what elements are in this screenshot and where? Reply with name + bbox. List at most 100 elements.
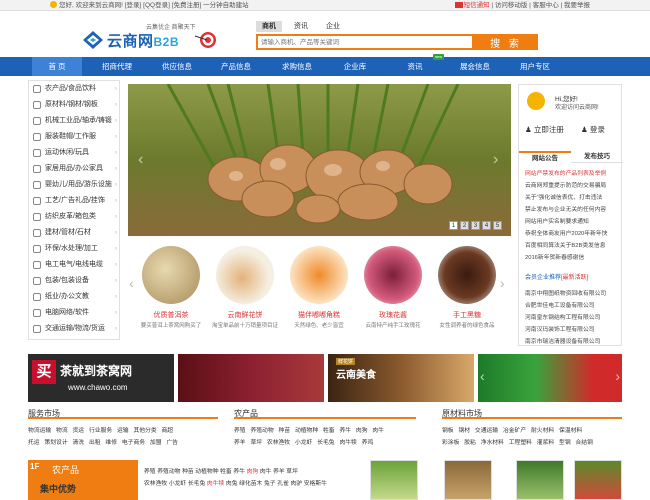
logo-name: 云商网B2B [107, 33, 180, 50]
section-underline [442, 417, 622, 419]
search-input[interactable] [256, 34, 474, 50]
nav-user-zone[interactable]: 用户专区 [510, 57, 560, 76]
login-button[interactable]: ♟ 登录 [581, 123, 605, 137]
right-panel: Hi,您好! 欢迎访问云商网! ♟ 立即注册 ♟ 登录 网站公告 发布技巧 网站… [518, 84, 623, 346]
search-button[interactable]: 搜 索 [474, 34, 538, 50]
sidebar-item-paper[interactable]: 纸业/办公文教 › [29, 289, 121, 305]
sidebar-item-agri[interactable]: 农产品/食品饮料 › [29, 81, 121, 97]
notice-item[interactable]: 云商网郑重提示防范的交易骗局 [525, 180, 619, 189]
search-tab-news[interactable]: 资讯 [288, 21, 314, 32]
nav-exhibitions[interactable]: 展会信息 [450, 57, 500, 76]
sidebar-item-building[interactable]: 建材/管材/石材 › [29, 225, 121, 241]
login-link[interactable]: [登录] [125, 2, 142, 9]
company-link[interactable]: 南京中翔图纸物资回收有限公司 [525, 288, 606, 297]
floor-product-image[interactable] [516, 460, 564, 500]
chevron-right-icon: › [115, 150, 117, 156]
nav-supply[interactable]: 供应信息 [152, 57, 202, 76]
sidebar-item-machinery[interactable]: 机械工业品/轴承/铸锻 › [29, 113, 121, 129]
nav-buying[interactable]: 求购信息 [272, 57, 322, 76]
company-link[interactable]: 河南汉玛装饰工程有限公司 [525, 324, 595, 333]
chawo-ad[interactable]: 买 茶就到茶窝网 www.chawo.com [28, 354, 174, 402]
sidebar-item-transport[interactable]: 交通运输/物流/货运 › [29, 321, 121, 337]
chevron-right-icon: › [115, 118, 117, 124]
company-link[interactable]: 南京市瑞洁清器设备有限公司 [525, 336, 600, 345]
mobile-link[interactable]: 访问移动版 [495, 2, 528, 9]
tab-notices[interactable]: 网站公告 [519, 151, 571, 163]
category-icon [33, 117, 41, 125]
fruit-ad-image[interactable]: ‹ › [478, 354, 622, 402]
banner-page-4[interactable]: 4 [482, 221, 491, 230]
service-link[interactable]: 客服中心 [533, 2, 559, 9]
notice-item[interactable]: 关于“强化诚信表优、打击违法 [525, 192, 619, 201]
site-logo[interactable]: 云集优企 商聚天下 云商网B2B [82, 22, 232, 54]
report-link[interactable]: 我要举报 [564, 2, 590, 9]
qq-login-link[interactable]: [QQ登录] [143, 2, 170, 9]
floor-product-image[interactable] [370, 460, 418, 500]
sidebar-item-apparel[interactable]: 服装鞋帽/工作服 › [29, 129, 121, 145]
category-icon [33, 309, 41, 317]
search-tab-opportunity[interactable]: 商机 [256, 21, 282, 32]
product-card[interactable]: 猫伴嘟嘟角糕 天然绿色、老少皆宜 [290, 246, 348, 329]
notice-item[interactable]: 恭祝全体商友用户2020年新年快 [525, 228, 619, 237]
floor-product-image[interactable] [444, 460, 492, 500]
section-underline [234, 417, 416, 419]
sidebar-item-crafts[interactable]: 工艺/广告礼品/挂饰 › [29, 193, 121, 209]
product-card[interactable]: 手工黑糖 女性调养者的绿色食品 [438, 246, 496, 329]
greeting-text: 您好, 欢迎来到云商网! [59, 2, 123, 9]
product-card[interactable]: 玫瑰花酱 云南特产纯手工玫瑰花 [364, 246, 422, 329]
chevron-right-icon: › [115, 214, 117, 220]
notice-item[interactable]: 禁止发布与企业无关的任何内容 [525, 204, 619, 213]
search-area: 商机 资讯 企业 搜 索 [256, 21, 546, 53]
featured-products: 优质普洱茶 要买普洱上茶窝网购买了 云南鲜花饼 淘宝单品前十万销量项目证 猫伴嘟… [128, 246, 511, 344]
floor-links-row: 农林渔牧 小龙虾 长毛兔 肉牛犊 肉兔 绿化苗木 兔子 孔雀 肉驴 安格斯牛 [144, 481, 327, 487]
tea-ad-image[interactable] [178, 354, 324, 402]
sidebar-item-materials[interactable]: 原材料/钢材/钢板 › [29, 97, 121, 113]
chevron-right-icon: › [115, 278, 117, 284]
floor-tag[interactable]: 1F 农产品 集中优势 [28, 460, 138, 500]
sidebar-item-computers[interactable]: 电脑网络/软件 › [29, 305, 121, 321]
nav-products[interactable]: 产品信息 [211, 57, 261, 76]
register-link[interactable]: [免费注册] [172, 2, 202, 9]
promo-text[interactable]: 一分钟自助建站 [203, 2, 249, 9]
product-card[interactable]: 优质普洱茶 要买普洱上茶窝网购买了 [141, 246, 201, 329]
mail-link[interactable]: 短信通知 [464, 2, 490, 9]
user-add-icon: ♟ [525, 125, 532, 134]
recommend-header: 会员企业推荐[最新活跃] [525, 275, 589, 281]
register-button[interactable]: ♟ 立即注册 [525, 123, 564, 137]
tab-tips[interactable]: 发布技巧 [571, 151, 623, 163]
sidebar-item-baby[interactable]: 婴幼儿/用品/游乐设施 › [29, 177, 121, 193]
nav-agency[interactable]: 招商代理 [92, 57, 142, 76]
notice-item[interactable]: 网站用户实名制要求通知 [525, 216, 619, 225]
banner-page-3[interactable]: 3 [471, 221, 480, 230]
company-link[interactable]: 合肥世佳电工设备有限公司 [525, 300, 595, 309]
category-icon [33, 229, 41, 237]
sidebar-item-packaging[interactable]: 包装/包装设备 › [29, 273, 121, 289]
sidebar-item-environment[interactable]: 环保/水处理/加工 › [29, 241, 121, 257]
chevron-right-icon: › [115, 102, 117, 108]
sidebar-item-home[interactable]: 家居用品/办公家具 › [29, 161, 121, 177]
chevron-right-icon: › [115, 326, 117, 332]
sidebar-item-sports[interactable]: 运动休闲/玩具 › [29, 145, 121, 161]
nav-home[interactable]: 首 页 [32, 57, 82, 76]
product-card[interactable]: 云南鲜花饼 淘宝单品前十万销量项目证 [212, 246, 278, 329]
category-icon [33, 101, 41, 109]
floor-product-image[interactable] [574, 460, 622, 500]
sidebar-item-electrical[interactable]: 电工电气/电线电缆 › [29, 257, 121, 273]
notice-item[interactable]: 2016新年贺新春感谢信 [525, 252, 619, 261]
section-underline [28, 417, 218, 419]
search-tab-company[interactable]: 企业 [320, 21, 346, 32]
nav-companies[interactable]: 企业库 [330, 57, 380, 76]
yunnan-food-ad[interactable]: 鲜花饼 云南美食 [328, 354, 474, 402]
notice-item[interactable]: 网站严禁发布的产品列表及举例 [525, 168, 619, 177]
banner-page-1[interactable]: 1 [449, 221, 458, 230]
ad-prev-arrow[interactable]: ‹ [480, 368, 485, 384]
ad-next-arrow[interactable]: › [615, 368, 620, 384]
main-banner[interactable]: ‹ › [128, 84, 511, 236]
banner-page-2[interactable]: 2 [460, 221, 469, 230]
agri-links-row: 养殖 养殖动物 种苗 动植物种 牲畜 养牛 肉狗 肉牛 [234, 428, 384, 434]
sidebar-item-textile[interactable]: 纺织皮革/箱包类 › [29, 209, 121, 225]
banner-page-5[interactable]: 5 [493, 221, 502, 230]
chevron-right-icon: › [115, 166, 117, 172]
company-link[interactable]: 河南皇东钢结构工程有限公司 [525, 312, 600, 321]
notice-item[interactable]: 百度相同算法关于B2B类发信息 [525, 240, 619, 249]
